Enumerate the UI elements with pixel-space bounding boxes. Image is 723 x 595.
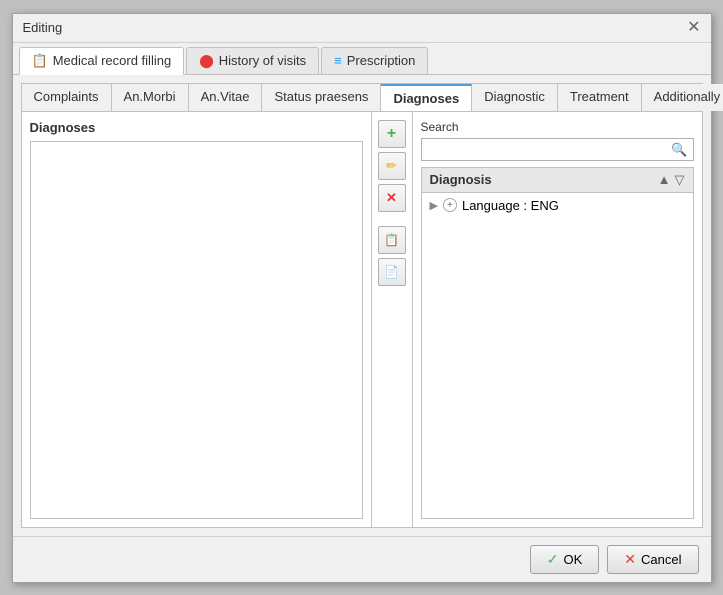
copy1-icon: 📋	[384, 233, 399, 247]
content-area: Complaints An.Morbi An.Vitae Status prae…	[13, 75, 711, 536]
cancel-label: Cancel	[641, 552, 681, 567]
tab-prescription[interactable]: ≡ Prescription	[321, 47, 428, 74]
close-button[interactable]: ✕	[687, 20, 700, 36]
editing-dialog: Editing ✕ 📋 Medical record filling ⬤ His…	[12, 13, 712, 583]
tree-item-arrow: ▶	[430, 199, 438, 212]
expand-icon: +	[443, 198, 457, 212]
subtab-anmorbi[interactable]: An.Morbi	[112, 84, 189, 111]
subtab-diagnoses[interactable]: Diagnoses	[381, 84, 472, 111]
sort-button[interactable]: ▲	[658, 172, 671, 188]
tab-prescription-label: Prescription	[347, 53, 416, 68]
copy1-button[interactable]: 📋	[378, 226, 406, 254]
tree-header-icons: ▲ ▽	[658, 172, 685, 188]
subtab-complaints[interactable]: Complaints	[22, 84, 112, 111]
copy2-button[interactable]: 📄	[378, 258, 406, 286]
cancel-button[interactable]: ✕ Cancel	[607, 545, 698, 574]
titlebar: Editing ✕	[13, 14, 711, 43]
search-icon: 🔍	[671, 142, 687, 157]
panel-area: Diagnoses + ✏ ✕ 📋 📄	[21, 111, 703, 528]
search-input[interactable]	[422, 139, 667, 160]
copy2-icon: 📄	[384, 265, 399, 279]
prescription-icon: ≡	[334, 53, 342, 68]
subtab-diagnostic[interactable]: Diagnostic	[472, 84, 558, 111]
subtab-status[interactable]: Status praesens	[262, 84, 381, 111]
right-panel: Search 🔍 Diagnosis ▲	[413, 112, 702, 527]
delete-button[interactable]: ✕	[378, 184, 406, 212]
tab-history-label: History of visits	[219, 53, 306, 68]
filter-button[interactable]: ▽	[675, 172, 685, 188]
ok-button[interactable]: ✓ OK	[530, 545, 600, 574]
edit-icon: ✏	[386, 158, 397, 174]
ok-label: OK	[564, 552, 583, 567]
tab-medical-record[interactable]: 📋 Medical record filling	[19, 47, 185, 75]
add-button[interactable]: +	[378, 120, 406, 148]
tab-medical-label: Medical record filling	[53, 53, 172, 68]
search-label: Search	[421, 120, 694, 134]
cancel-icon: ✕	[624, 551, 636, 568]
footer: ✓ OK ✕ Cancel	[13, 536, 711, 582]
history-visits-icon: ⬤	[199, 53, 214, 69]
diagnoses-list	[30, 141, 363, 519]
dialog-title: Editing	[23, 20, 63, 35]
delete-icon: ✕	[386, 190, 397, 206]
edit-button[interactable]: ✏	[378, 152, 406, 180]
search-section: Search 🔍	[421, 120, 694, 161]
medical-record-icon: 📋	[32, 53, 48, 69]
filter-icon: ▽	[675, 172, 685, 187]
left-panel-title: Diagnoses	[30, 120, 363, 135]
tree-item-language[interactable]: ▶ + Language : ENG	[422, 193, 693, 218]
search-box: 🔍	[421, 138, 694, 161]
tree-header: Diagnosis ▲ ▽	[422, 168, 693, 193]
middle-buttons: + ✏ ✕ 📋 📄	[372, 112, 413, 527]
ok-icon: ✓	[547, 551, 559, 568]
sub-tabs: Complaints An.Morbi An.Vitae Status prae…	[21, 83, 703, 111]
main-tabs: 📋 Medical record filling ⬤ History of vi…	[13, 43, 711, 75]
sort-icon: ▲	[658, 172, 671, 187]
left-panel: Diagnoses	[22, 112, 372, 527]
tree-header-label: Diagnosis	[430, 172, 492, 187]
subtab-anvitae[interactable]: An.Vitae	[189, 84, 263, 111]
subtab-additionally[interactable]: Additionally	[642, 84, 723, 111]
diagnosis-tree: Diagnosis ▲ ▽ ▶ + Langua	[421, 167, 694, 519]
tab-history-visits[interactable]: ⬤ History of visits	[186, 47, 319, 74]
tree-item-label: Language : ENG	[462, 198, 559, 213]
search-button[interactable]: 🔍	[666, 139, 692, 160]
add-icon: +	[387, 125, 396, 143]
subtab-treatment[interactable]: Treatment	[558, 84, 642, 111]
